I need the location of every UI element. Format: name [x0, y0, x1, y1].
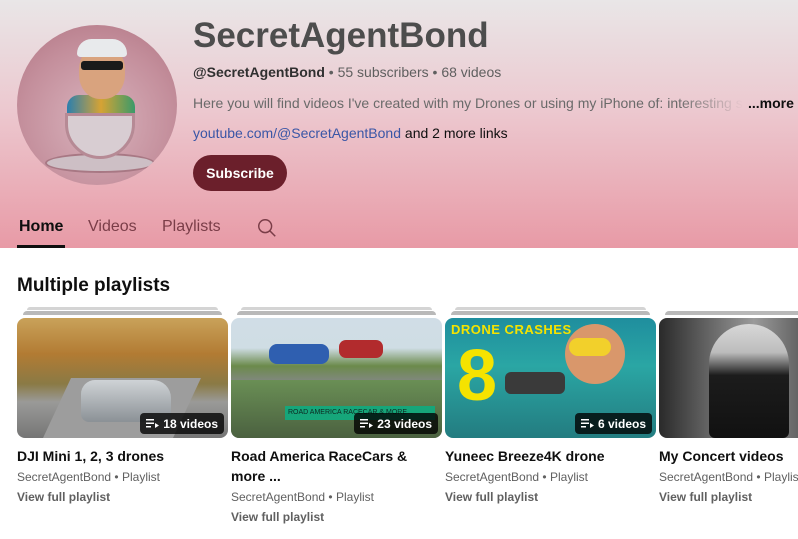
playlist-thumbnail[interactable]: ROAD AMERICA RACECAR & MORE... 23 videos — [231, 307, 442, 438]
tab-videos[interactable]: Videos — [88, 218, 137, 236]
thumb-car-red — [339, 340, 383, 358]
playlist-meta: SecretAgentBond • Playlist — [445, 468, 656, 486]
playlist-card[interactable]: 18 videos DJI Mini 1, 2, 3 drones Secret… — [17, 307, 228, 506]
meta-separator: • — [432, 64, 438, 80]
description-more-link[interactable]: ...more — [748, 95, 794, 111]
channel-meta: @SecretAgentBond • 55 subscribers • 68 v… — [193, 64, 501, 80]
channel-description[interactable]: Here you will find videos I've created w… — [193, 95, 743, 111]
tab-home[interactable]: Home — [19, 218, 63, 236]
thumb-title: DRONE CRASHES — [451, 322, 572, 337]
playlist-owner[interactable]: SecretAgentBond — [17, 470, 111, 484]
badge-label: 23 videos — [377, 416, 432, 431]
more-links[interactable]: and 2 more links — [405, 125, 508, 141]
playlist-thumbnail[interactable] — [659, 310, 798, 438]
section-title: Multiple playlists — [17, 275, 171, 296]
thumbnail-image[interactable] — [659, 318, 798, 438]
playlist-type: Playlist — [335, 490, 374, 504]
video-count-badge: 23 videos — [354, 413, 438, 434]
badge-label: 6 videos — [597, 416, 646, 431]
playlist-card[interactable]: ROAD AMERICA RACECAR & MORE... 23 videos… — [231, 307, 442, 526]
channel-header: SecretAgentBond @SecretAgentBond • 55 su… — [0, 0, 798, 248]
playlist-title[interactable]: Yuneec Breeze4K drone — [445, 446, 656, 466]
view-full-playlist-link[interactable]: View full playlist — [445, 488, 656, 506]
playlist-title[interactable]: Road America RaceCars & more ... — [231, 446, 442, 486]
video-count-badge: 18 videos — [140, 413, 224, 434]
playlist-meta: SecretAgentBond • Playlist — [17, 468, 228, 486]
stack-layer — [27, 307, 218, 310]
view-full-playlist-link[interactable]: View full playlist — [231, 508, 442, 526]
subscribe-button[interactable]: Subscribe — [193, 155, 287, 191]
playlist-meta: SecretAgentBond • Playlist — [231, 488, 442, 506]
search-icon[interactable] — [256, 217, 278, 239]
playlist-owner[interactable]: SecretAgentBond — [445, 470, 539, 484]
playlist-icon — [146, 419, 160, 428]
subscriber-count: 55 subscribers — [337, 64, 429, 80]
playlist-owner[interactable]: SecretAgentBond — [659, 470, 753, 484]
meta-separator: • — [756, 470, 761, 484]
active-tab-indicator — [17, 245, 65, 248]
view-full-playlist-link[interactable]: View full playlist — [659, 488, 798, 506]
playlist-title[interactable]: My Concert videos — [659, 446, 798, 466]
channel-link[interactable]: youtube.com/@SecretAgentBond — [193, 125, 401, 141]
channel-links: youtube.com/@SecretAgentBond and 2 more … — [193, 125, 508, 141]
thumb-number: 8 — [457, 336, 498, 416]
thumb-car-blue — [269, 344, 329, 364]
thumb-singer — [709, 324, 789, 438]
stack-layer — [23, 311, 222, 315]
playlist-card[interactable]: My Concert videos SecretAgentBond • Play… — [659, 310, 798, 506]
playlist-title-line: Road America RaceCars & — [231, 448, 408, 464]
meta-separator: • — [542, 470, 547, 484]
stack-layer — [237, 311, 436, 315]
channel-name: SecretAgentBond — [193, 16, 489, 55]
playlist-type: Playlist — [549, 470, 588, 484]
meta-separator: • — [114, 470, 119, 484]
playlist-title[interactable]: DJI Mini 1, 2, 3 drones — [17, 446, 228, 466]
tab-playlists[interactable]: Playlists — [162, 218, 221, 236]
playlist-title-line: more ... — [231, 468, 281, 484]
channel-tabs: Home Videos Playlists — [0, 205, 798, 248]
thumbnail-image[interactable]: DRONE CRASHES 8 6 videos — [445, 318, 656, 438]
avatar-glasses — [81, 61, 123, 70]
avatar-cap — [77, 39, 127, 57]
meta-separator: • — [328, 490, 333, 504]
playlist-icon — [360, 419, 374, 428]
playlist-type: Playlist — [121, 470, 160, 484]
playlist-meta: SecretAgentBond • Playlis — [659, 468, 798, 486]
video-count: 68 videos — [441, 64, 502, 80]
thumb-mask — [569, 338, 611, 356]
playlist-card[interactable]: DRONE CRASHES 8 6 videos Yuneec Breeze4K… — [445, 307, 656, 506]
playlist-thumbnail[interactable]: DRONE CRASHES 8 6 videos — [445, 307, 656, 438]
playlist-icon — [580, 419, 594, 428]
video-count-badge: 6 videos — [574, 413, 652, 434]
view-full-playlist-link[interactable]: View full playlist — [17, 488, 228, 506]
stack-layer — [665, 311, 798, 315]
thumbnail-image[interactable]: 18 videos — [17, 318, 228, 438]
playlist-thumbnail[interactable]: 18 videos — [17, 307, 228, 438]
badge-label: 18 videos — [163, 416, 218, 431]
avatar-cup — [65, 113, 135, 159]
thumbnail-image[interactable]: ROAD AMERICA RACECAR & MORE... 23 videos — [231, 318, 442, 438]
playlist-type: Playlis — [763, 470, 798, 484]
channel-handle: @SecretAgentBond — [193, 64, 325, 80]
meta-separator: • — [328, 64, 334, 80]
channel-avatar[interactable] — [17, 25, 177, 185]
thumb-drone — [505, 372, 565, 394]
stack-layer — [455, 307, 646, 310]
stack-layer — [451, 311, 650, 315]
stack-layer — [241, 307, 432, 310]
playlist-owner[interactable]: SecretAgentBond — [231, 490, 325, 504]
